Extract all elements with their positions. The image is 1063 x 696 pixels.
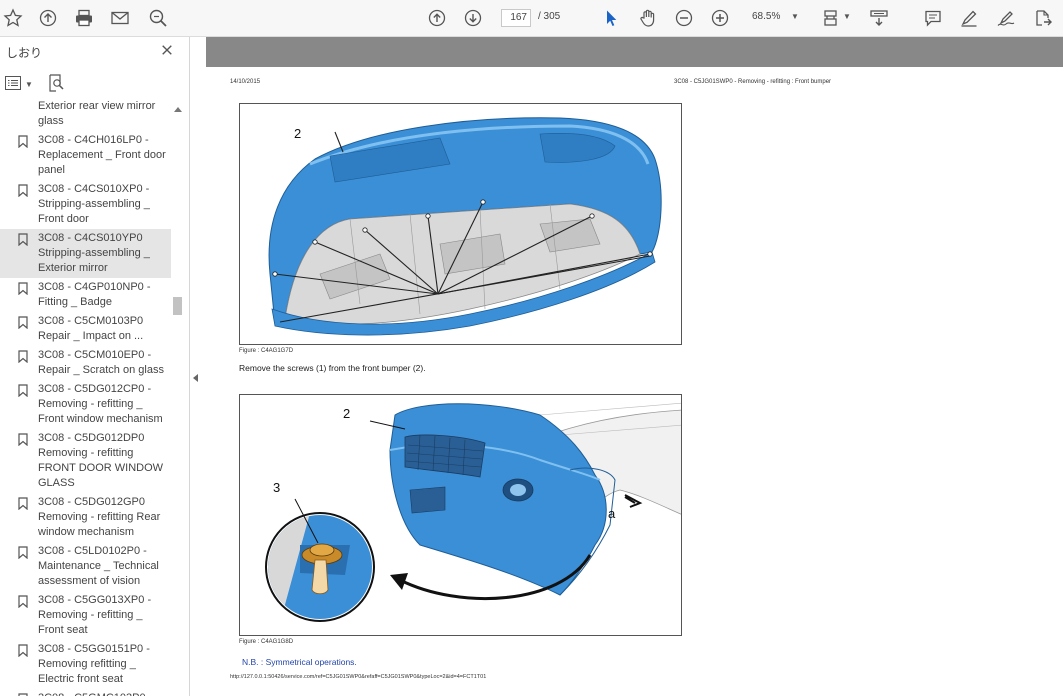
find-bookmark-icon[interactable]: [48, 74, 64, 92]
highlight-pen-icon[interactable]: [957, 6, 981, 30]
page-footer-url: http://127.0.0.1:50426/service.com/ref=C…: [230, 674, 487, 680]
options-dropdown-icon[interactable]: ▼: [25, 80, 33, 89]
figure-front-bumper-clip: 2 3 a: [239, 394, 682, 636]
bookmark-label: 3C08 - C4CS010XP0 - Stripping-assembling…: [38, 183, 150, 225]
page-header-date: 14/10/2015: [230, 79, 261, 85]
bookmark-label: 3C08 - C5GG013XP0 - Removing - refitting…: [38, 594, 152, 636]
layout-dropdown-icon[interactable]: ▼: [843, 12, 851, 21]
bookmark-label: 3C08 - C4CH016LP0 - Replacement _ Front …: [38, 134, 166, 176]
bookmarks-toolbar: ▼: [0, 69, 190, 99]
bookmark-item[interactable]: 3C08 - C5CM0103P0 Repair _ Impact on ...: [0, 312, 171, 346]
bookmark-item[interactable]: 3C08 - C4GP010NP0 - Fitting _ Badge: [0, 278, 171, 312]
bookmark-item[interactable]: 3C08 - C5DG012DP0 Removing - refitting F…: [0, 429, 171, 493]
page-header-title: 3C08 - C5JG01SWP0 - Removing - refitting…: [674, 79, 832, 85]
print-icon[interactable]: [72, 6, 96, 30]
bookmark-label: 3C08 - C5GMC103P0 - Repair _ Seat trim: [38, 692, 152, 696]
zoom-dropdown-icon[interactable]: ▼: [791, 12, 799, 21]
bookmarks-scrollbar[interactable]: [171, 101, 184, 696]
bookmark-item[interactable]: 3C08 - C5DG012GP0 Removing - refitting R…: [0, 493, 171, 542]
comment-icon[interactable]: [921, 6, 945, 30]
sign-icon[interactable]: [994, 6, 1018, 30]
previous-page-icon[interactable]: [425, 6, 449, 30]
document-viewer: 14/10/2015 3C08 - C5JG01SWP0 - Removing …: [206, 37, 1063, 696]
fig2-label-a: a: [608, 506, 616, 521]
bookmark-icon: [18, 184, 28, 198]
bookmark-item[interactable]: 3C08 - C5GMC103P0 - Repair _ Seat trim: [0, 689, 171, 696]
bookmark-icon: [18, 316, 28, 330]
scrollbar-thumb[interactable]: [173, 297, 182, 315]
zoom-level[interactable]: 68.5%: [752, 11, 780, 22]
bookmarks-header: しおり: [0, 37, 190, 67]
bookmark-icon: [18, 595, 28, 609]
bookmark-item[interactable]: 3C08 - C5GG013XP0 - Removing - refitting…: [0, 591, 171, 640]
bookmark-item[interactable]: 3C08 - C4CS010YP0 Stripping-assembling _…: [0, 229, 171, 278]
bookmarks-panel: しおり ▼ Exterior rear view mirror glass 3C0…: [0, 37, 190, 696]
bookmark-item[interactable]: 3C08 - C5DG012CP0 - Removing - refitting…: [0, 380, 171, 429]
bookmark-label: 3C08 - C5LD0102P0 - Maintenance _ Techni…: [38, 545, 159, 587]
page-gap: [206, 37, 1063, 67]
share-icon[interactable]: [1031, 6, 1055, 30]
mail-icon[interactable]: [108, 6, 132, 30]
read-mode-icon[interactable]: [867, 6, 891, 30]
bookmark-label: 3C08 - C4GP010NP0 - Fitting _ Badge: [38, 281, 151, 308]
fig1-label-2: 2: [294, 126, 301, 141]
scroll-up-icon[interactable]: [174, 107, 182, 112]
pdf-page: 14/10/2015 3C08 - C5JG01SWP0 - Removing …: [206, 67, 1063, 696]
bookmark-item[interactable]: Exterior rear view mirror glass: [0, 101, 171, 131]
bookmark-star-icon[interactable]: [1, 6, 25, 30]
bookmark-item[interactable]: 3C08 - C5CM010EP0 - Repair _ Scratch on …: [0, 346, 171, 380]
hand-tool-icon[interactable]: [636, 6, 660, 30]
note-text[interactable]: N.B. : Symmetrical operations.: [242, 657, 357, 667]
bookmarks-title: しおり: [6, 46, 43, 60]
toolbar: 167 / 305 68.5% ▼ ▼: [0, 0, 1063, 37]
figure2-caption: Figure : C4AG1G8D: [239, 639, 294, 645]
bookmark-label: 3C08 - C5DG012GP0 Removing - refitting R…: [38, 496, 161, 538]
page-total: / 305: [538, 11, 561, 22]
bookmark-icon: [18, 644, 28, 658]
bookmark-label: 3C08 - C5DG012DP0 Removing - refitting F…: [38, 432, 164, 489]
page-layout-icon[interactable]: [820, 6, 844, 30]
bookmark-icon: [18, 233, 28, 247]
fig2-label-2: 2: [343, 406, 350, 421]
bookmark-label: 3C08 - C5CM0103P0 Repair _ Impact on ...: [38, 315, 144, 342]
bookmark-icon: [18, 433, 28, 447]
zoom-out-icon[interactable]: [672, 6, 696, 30]
bookmarks-list: Exterior rear view mirror glass 3C08 - C4…: [0, 101, 171, 696]
instruction-text: Remove the screws (1) from the front bum…: [239, 363, 426, 373]
select-cursor-icon[interactable]: [599, 6, 623, 30]
bookmark-icon: [18, 546, 28, 560]
bookmark-label: 3C08 - C4CS010YP0 Stripping-assembling _…: [38, 232, 150, 274]
collapse-panel-icon[interactable]: [193, 374, 198, 382]
bookmark-icon: [18, 384, 28, 398]
bookmark-icon: [18, 497, 28, 511]
bookmark-icon: [18, 135, 28, 149]
page-number-input[interactable]: 167: [501, 9, 531, 27]
bookmark-icon: [18, 350, 28, 364]
options-list-icon[interactable]: [5, 76, 21, 90]
bookmark-item[interactable]: 3C08 - C5LD0102P0 - Maintenance _ Techni…: [0, 542, 171, 591]
bookmark-label: 3C08 - C5CM010EP0 - Repair _ Scratch on …: [38, 349, 164, 376]
bookmark-icon: [18, 282, 28, 296]
zoom-in-icon[interactable]: [708, 6, 732, 30]
bookmark-item[interactable]: 3C08 - C4CS010XP0 - Stripping-assembling…: [0, 180, 171, 229]
bookmark-label: Exterior rear view mirror glass: [38, 101, 156, 127]
close-panel-icon[interactable]: [158, 41, 176, 59]
next-page-icon[interactable]: [461, 6, 485, 30]
fig2-label-3: 3: [273, 480, 280, 495]
upload-icon[interactable]: [36, 6, 60, 30]
bookmark-item[interactable]: 3C08 - C4CH016LP0 - Replacement _ Front …: [0, 131, 171, 180]
search-icon[interactable]: [146, 6, 170, 30]
bookmark-label: 3C08 - C5DG012CP0 - Removing - refitting…: [38, 383, 163, 425]
bookmark-item[interactable]: 3C08 - C5GG0151P0 - Removing refitting _…: [0, 640, 171, 689]
bookmark-label: 3C08 - C5GG0151P0 - Removing refitting _…: [38, 643, 150, 685]
figure-bumper-underside: 2: [239, 103, 682, 345]
figure1-caption: Figure : C4AG1G7D: [239, 348, 294, 354]
